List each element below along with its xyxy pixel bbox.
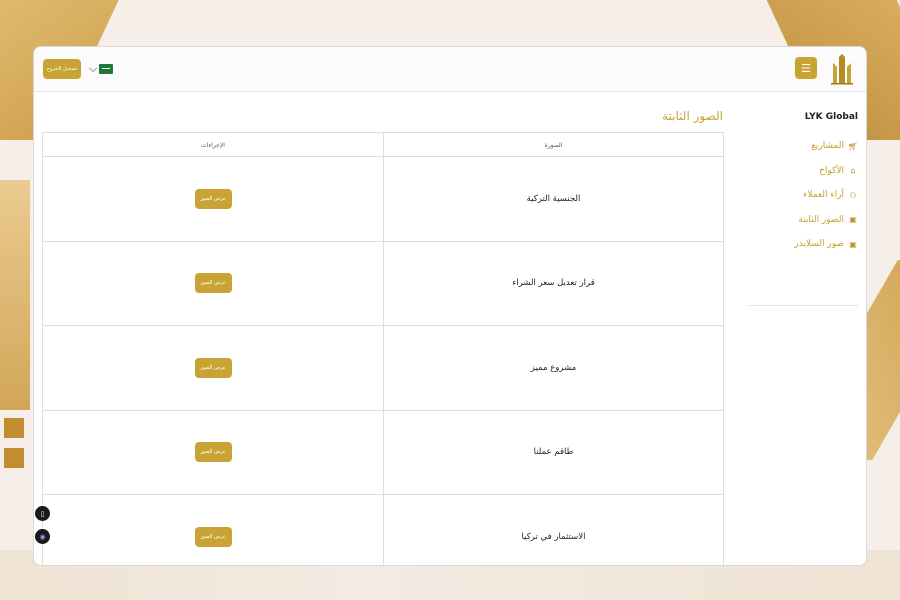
- actions-cell: عرض الصور: [43, 411, 383, 495]
- top-bar: تسجيل الخروج ☰: [34, 47, 866, 92]
- accessibility-button[interactable]: ▯: [35, 506, 50, 521]
- sidebar-nav: 🛒︎ المشاريع ⌂ الأكواخ ⚇ آراء العملاء ▣ ا…: [746, 134, 858, 257]
- sidebar-item-huts[interactable]: ⌂ الأكواخ: [819, 159, 858, 184]
- row-title: مشروع مميز: [530, 362, 577, 373]
- saudi-flag-icon[interactable]: [99, 64, 113, 74]
- images-table: الإجراءات الصورة عرض الصور الجنسية الترك…: [42, 132, 724, 565]
- divider: [748, 305, 858, 306]
- view-images-button[interactable]: عرض الصور: [194, 526, 232, 547]
- row-title: طاقم عملنا: [533, 447, 574, 458]
- title-cell: الاستثمار في تركيا: [383, 495, 723, 565]
- app-window: تسجيل الخروج ☰ LYK Global 🛒︎ المشاريع ⌂ …: [33, 46, 867, 566]
- sidebar-item-label: صور السلايدر: [794, 239, 844, 250]
- table-row: عرض الصور قرار تعديل سعر الشراء: [43, 241, 723, 326]
- assistant-button[interactable]: ◉: [35, 529, 50, 544]
- home-icon: ⌂: [850, 166, 856, 176]
- brand-name: LYK Global: [804, 112, 858, 122]
- table-row: عرض الصور مشروع مميز: [43, 326, 723, 411]
- table-header: الإجراءات الصورة: [43, 133, 723, 157]
- sidebar: LYK Global 🛒︎ المشاريع ⌂ الأكواخ ⚇ آراء …: [740, 92, 866, 565]
- view-images-button[interactable]: عرض الصور: [194, 442, 232, 463]
- title-cell: مشروع مميز: [383, 326, 723, 410]
- sidebar-item-label: آراء العملاء: [803, 190, 844, 201]
- sidebar-item-label: المشاريع: [811, 141, 844, 152]
- title-cell: قرار تعديل سعر الشراء: [383, 241, 723, 325]
- row-title: قرار تعديل سعر الشراء: [512, 278, 595, 289]
- table-row: عرض الصور الاستثمار في تركيا: [43, 495, 723, 565]
- title-cell: الجنسية التركية: [383, 157, 723, 241]
- background-shape: [4, 418, 24, 438]
- sidebar-item-projects[interactable]: 🛒︎ المشاريع: [811, 134, 858, 159]
- image-icon: ▣: [849, 215, 857, 225]
- column-header-actions: الإجراءات: [201, 141, 225, 149]
- logo: [831, 54, 853, 85]
- actions-cell: عرض الصور: [43, 157, 383, 241]
- actions-cell: عرض الصور: [43, 495, 383, 565]
- background-shape: [0, 180, 30, 410]
- view-images-button[interactable]: عرض الصور: [194, 273, 232, 294]
- page-title: الصور الثابتة: [662, 109, 723, 123]
- table-row: عرض الصور الجنسية التركية: [43, 157, 723, 242]
- sidebar-item-static-images[interactable]: ▣ الصور الثابتة: [798, 208, 858, 233]
- actions-cell: عرض الصور: [43, 326, 383, 410]
- book-icon: ▯: [40, 509, 45, 518]
- sidebar-item-label: الأكواخ: [819, 165, 844, 176]
- title-cell: طاقم عملنا: [383, 410, 723, 494]
- chevron-down-icon[interactable]: [88, 63, 98, 73]
- cart-icon: 🛒︎: [847, 141, 858, 151]
- view-images-button[interactable]: عرض الصور: [194, 188, 232, 209]
- column-header-image: الصورة: [383, 133, 723, 157]
- view-images-button[interactable]: عرض الصور: [194, 357, 232, 378]
- background-shape: [4, 448, 24, 468]
- hamburger-icon: ☰: [801, 61, 811, 75]
- sidebar-item-testimonials[interactable]: ⚇ آراء العملاء: [803, 183, 858, 208]
- row-title: الجنسية التركية: [526, 193, 581, 204]
- image-icon: ▣: [849, 239, 857, 249]
- table-row: عرض الصور طاقم عملنا: [43, 410, 723, 495]
- sidebar-item-label: الصور الثابتة: [798, 214, 844, 225]
- users-icon: ⚇: [849, 190, 857, 200]
- row-title: الاستثمار في تركيا: [521, 531, 586, 542]
- assistant-icon: ◉: [39, 532, 46, 541]
- actions-cell: عرض الصور: [43, 242, 383, 326]
- menu-button[interactable]: ☰: [795, 57, 817, 79]
- sidebar-item-slider-images[interactable]: ▣ صور السلايدر: [794, 232, 858, 257]
- logout-button[interactable]: تسجيل الخروج: [43, 59, 81, 79]
